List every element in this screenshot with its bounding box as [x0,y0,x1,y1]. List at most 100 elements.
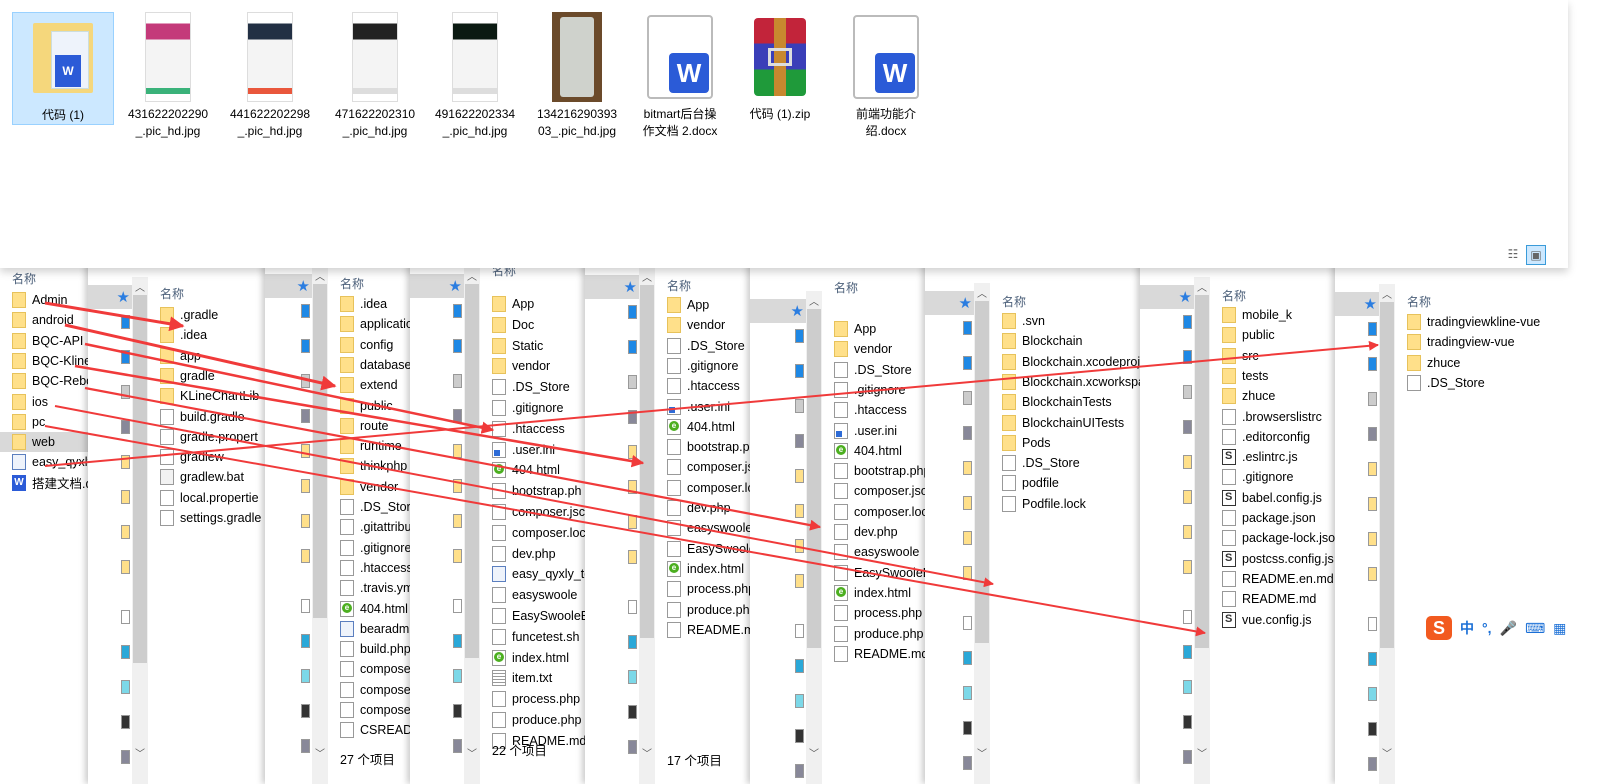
list-item[interactable]: android [12,310,74,330]
nav-item-icon[interactable] [121,680,130,694]
nav-item-icon[interactable] [1183,315,1192,329]
list-item[interactable]: pc [12,412,45,432]
nav-item-icon[interactable] [301,304,310,318]
list-item[interactable]: BlockchainTests [1002,392,1112,412]
scroll-down-icon[interactable]: ﹀ [806,745,822,760]
list-item[interactable]: EasySwooleEv [834,563,937,583]
nav-item-icon[interactable] [1368,722,1377,736]
quick-access-star-icon[interactable]: ★ [410,274,464,298]
list-item[interactable]: 404.html [834,441,902,461]
list-item[interactable]: composer [340,680,415,700]
nav-scrollbar[interactable]: ︿ ﹀ [464,266,480,784]
list-item[interactable]: vendor [492,356,550,376]
nav-item-icon[interactable] [121,385,130,399]
nav-item-icon[interactable] [795,364,804,378]
nav-item-icon[interactable] [1368,322,1377,336]
nav-item-icon[interactable] [963,461,972,475]
nav-item-icon[interactable] [453,599,462,613]
list-item[interactable]: web [0,432,88,453]
list-item[interactable]: .browserslistrc [1222,407,1322,427]
list-item[interactable]: Static [492,336,543,356]
list-item[interactable]: .travis.yml [340,578,416,598]
list-item[interactable]: App [834,319,876,339]
list-item[interactable]: easyswoole [834,542,919,562]
quick-access-star-icon[interactable]: ★ [925,291,974,315]
list-item[interactable]: composer.lock [834,502,934,522]
list-item[interactable]: process.php [667,579,755,599]
list-item[interactable]: thinkphp [340,456,407,476]
list-item[interactable]: .gitignore [492,398,563,418]
list-item[interactable]: mobile_k [1222,305,1292,325]
scrollbar-thumb[interactable] [1195,295,1209,648]
nav-item-icon[interactable] [963,651,972,665]
keyboard-icon[interactable]: ⌨ [1525,620,1545,637]
list-item[interactable]: Blockchain.xcworkspa [1002,372,1145,392]
list-item[interactable]: dev.php [834,522,898,542]
ime-mode[interactable]: 中 [1460,618,1474,638]
list-item[interactable]: database [340,355,411,375]
nav-item-icon[interactable] [1183,610,1192,624]
nav-item-icon[interactable] [1183,645,1192,659]
nav-item-icon[interactable] [1368,652,1377,666]
column-header-name[interactable]: 名称 [1222,287,1246,304]
list-item[interactable]: .gitignore [340,538,411,558]
list-item[interactable]: .htaccess [492,419,565,439]
list-item[interactable]: .gitignore [834,380,905,400]
column-header-name[interactable]: 名称 [667,277,691,294]
file-tile[interactable]: Wbitmart后台操作文档 2.docx [630,12,730,140]
list-item[interactable]: public [340,396,393,416]
list-item[interactable]: 404.html [492,460,560,480]
nav-scrollbar[interactable]: ︿ ﹀ [1379,284,1395,784]
quick-access-star-icon[interactable]: ★ [1140,285,1194,309]
list-item[interactable]: easy_qyxly [12,452,88,472]
quick-access-star-icon[interactable]: ★ [585,275,639,299]
scroll-up-icon[interactable]: ︿ [974,285,990,300]
list-item[interactable]: composer [340,659,415,679]
list-item[interactable]: index.html [667,559,744,579]
list-item[interactable]: .editorconfig [1222,427,1310,447]
nav-item-icon[interactable] [1368,357,1377,371]
file-tile[interactable]: W 前端功能介绍.docx [836,12,936,140]
list-item[interactable]: package.json [1222,508,1316,528]
list-item[interactable]: tradingviewkline-vue [1407,312,1540,332]
nav-item-icon[interactable] [1368,532,1377,546]
nav-item-icon[interactable] [1183,715,1192,729]
nav-item-icon[interactable] [1368,567,1377,581]
list-item[interactable]: README.md [834,644,928,664]
list-item[interactable]: Doc [492,315,534,335]
list-item[interactable]: route [340,416,389,436]
nav-item-icon[interactable] [453,739,462,753]
nav-item-icon[interactable] [628,550,637,564]
ime-punct[interactable]: °, [1482,620,1492,636]
list-item[interactable]: app [160,346,201,366]
list-item[interactable]: composer.json [834,481,935,501]
list-item[interactable]: gradle.propert [160,427,258,447]
list-item[interactable]: App [492,294,534,314]
list-item[interactable]: bootstrap.php [834,461,930,481]
nav-item-icon[interactable] [301,514,310,528]
nav-item-icon[interactable] [121,490,130,504]
list-item[interactable]: zhuce [1407,353,1460,373]
list-item[interactable]: .user.ini [834,421,897,441]
file-tile[interactable]: 13421629039303_.pic_hd.jpg [527,12,627,140]
list-item[interactable]: BQC-Rebo [12,371,88,391]
nav-item-icon[interactable] [1183,350,1192,364]
list-item[interactable]: .htaccess [834,400,907,420]
list-item[interactable]: podfile [1002,473,1059,493]
list-item[interactable]: public [1222,325,1275,345]
list-item[interactable]: .eslintrc.js [1222,447,1298,467]
nav-item-icon[interactable] [795,624,804,638]
nav-item-icon[interactable] [1183,490,1192,504]
nav-item-icon[interactable] [301,444,310,458]
nav-item-icon[interactable] [453,479,462,493]
list-item[interactable]: settings.gradle [160,508,261,528]
nav-item-icon[interactable] [963,426,972,440]
nav-item-icon[interactable] [628,445,637,459]
quick-access-star-icon[interactable]: ★ [265,274,312,298]
nav-item-icon[interactable] [121,715,130,729]
scroll-up-icon[interactable]: ︿ [464,268,480,283]
list-item[interactable]: W 搭建文档.d [12,473,88,493]
nav-item-icon[interactable] [795,764,804,778]
nav-item-icon[interactable] [1368,497,1377,511]
nav-item-icon[interactable] [1183,750,1192,764]
